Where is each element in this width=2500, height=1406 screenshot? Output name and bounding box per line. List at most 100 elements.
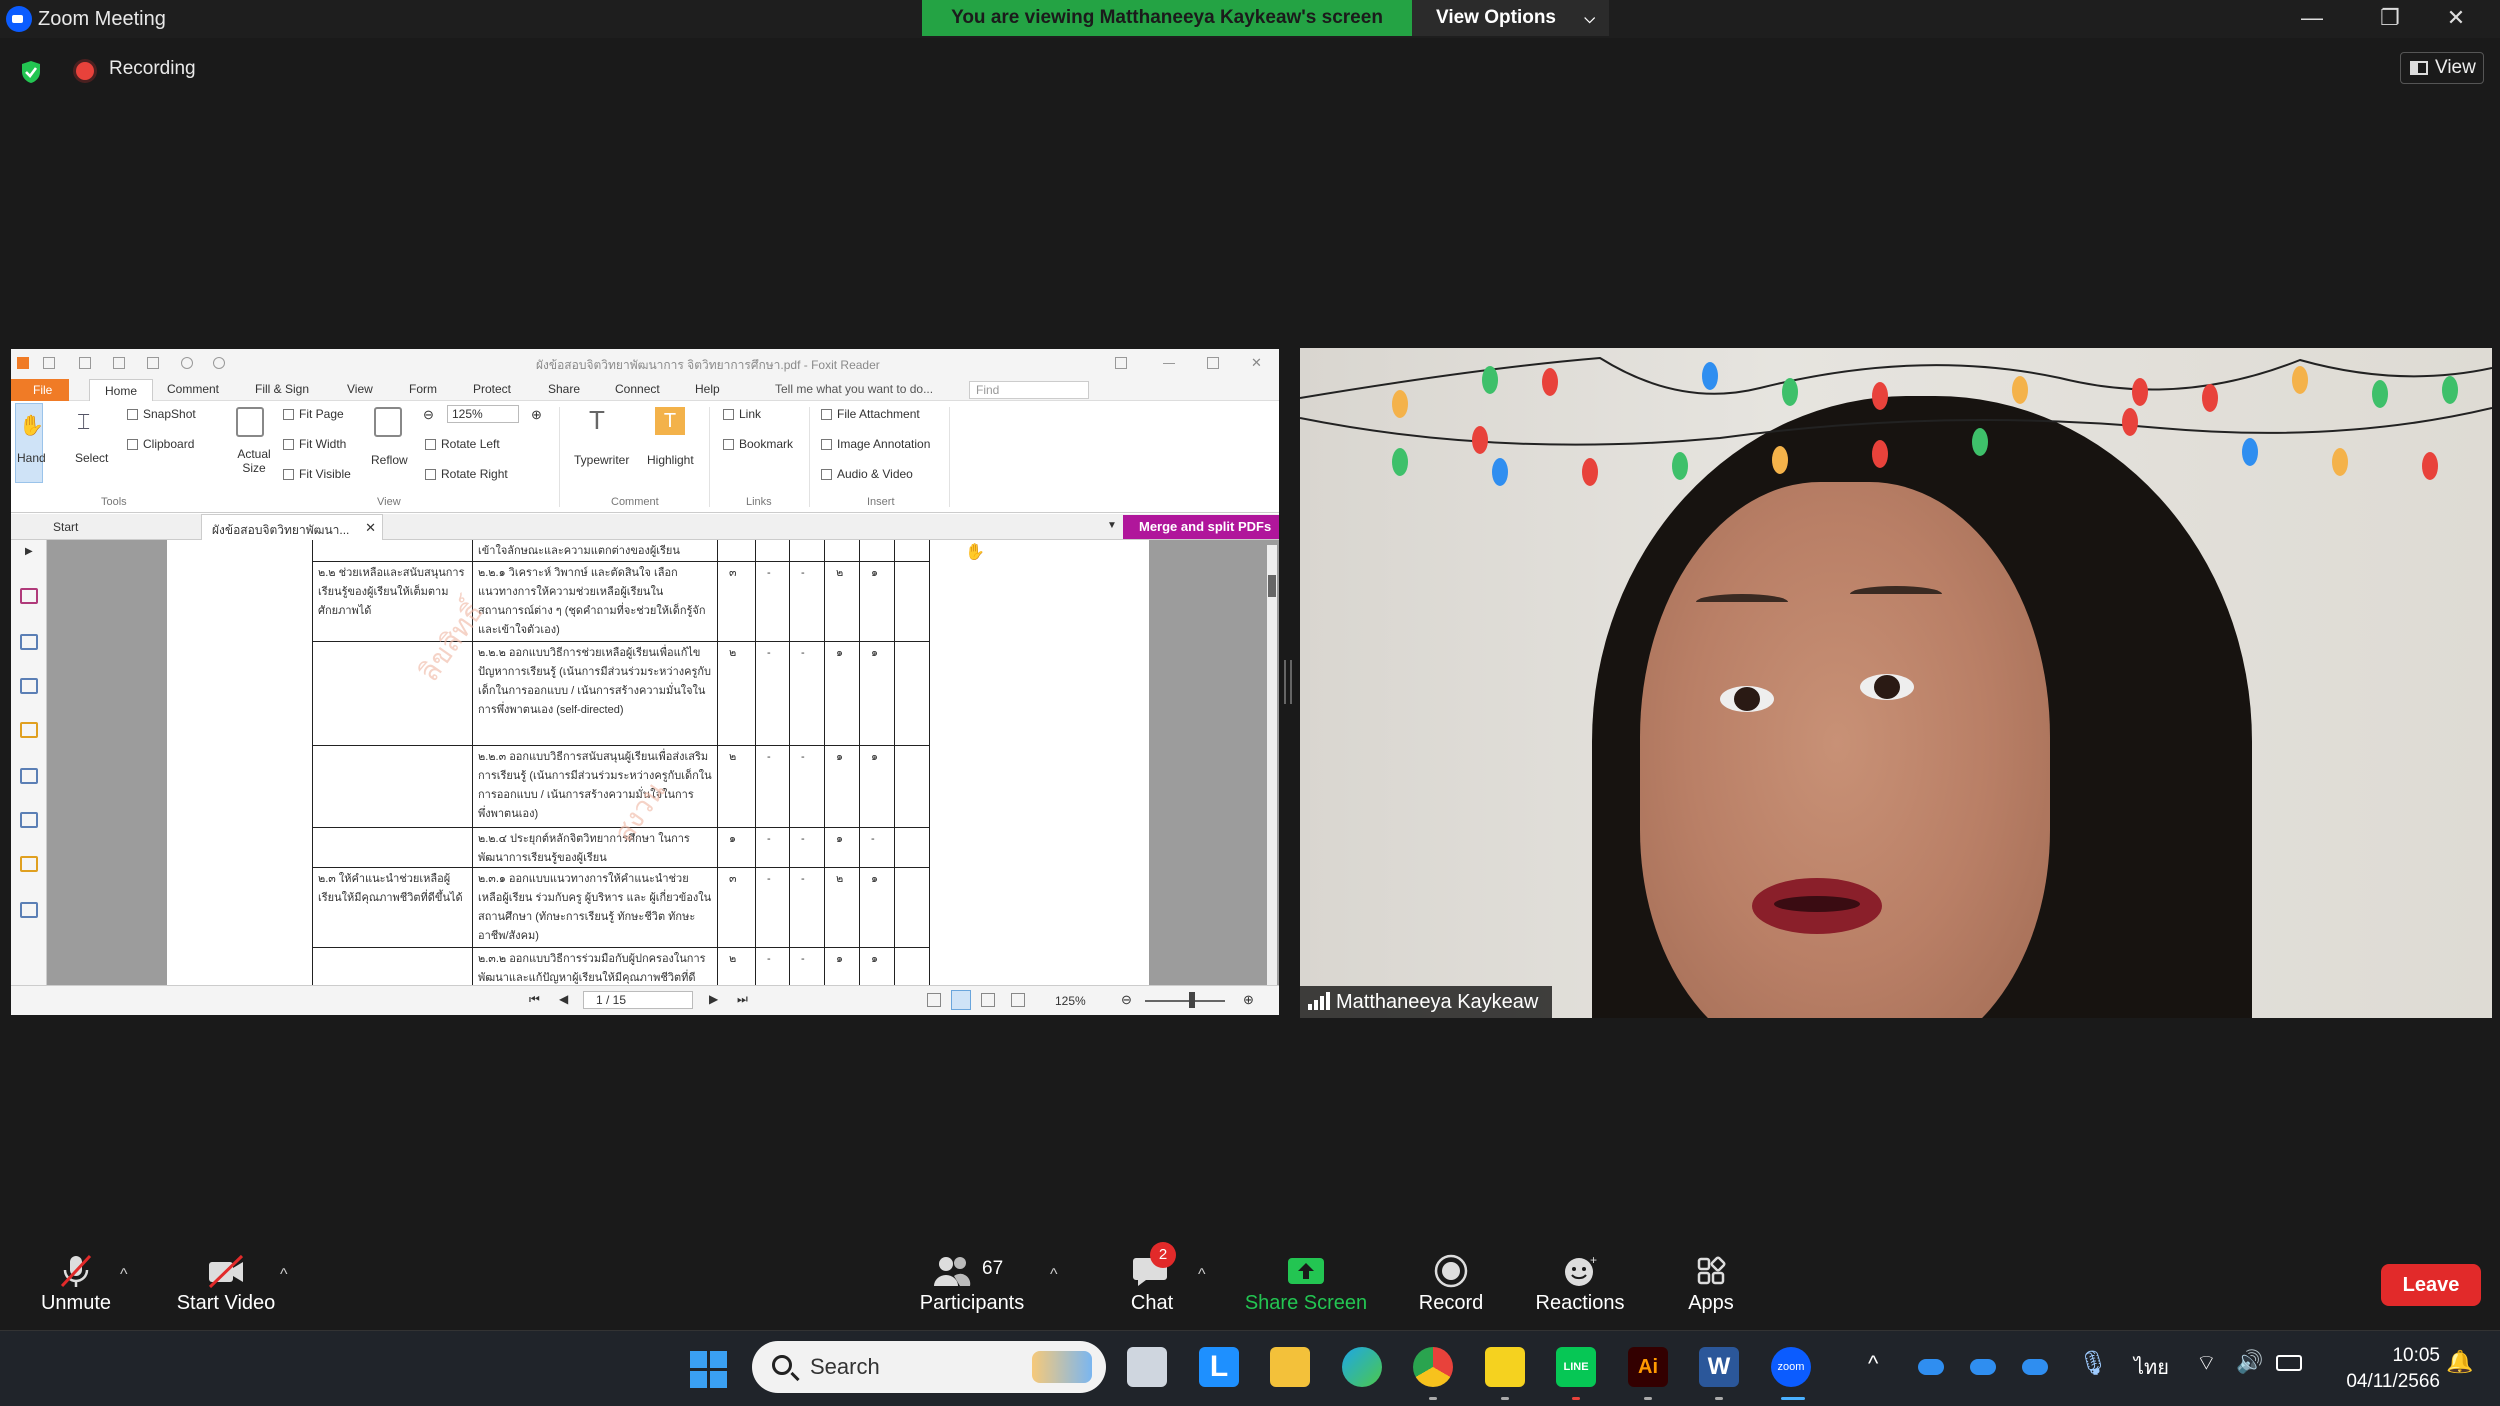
zoom-level[interactable]: 125% — [1055, 994, 1086, 1008]
foxit-restore-icon[interactable] — [1207, 357, 1219, 369]
tab-comment[interactable]: Comment — [167, 382, 219, 396]
word-app-icon[interactable]: W — [1699, 1347, 1739, 1387]
tab-share[interactable]: Share — [548, 382, 580, 396]
onedrive-icon[interactable] — [1970, 1359, 1996, 1375]
view-button[interactable]: View — [2400, 52, 2484, 84]
foxit-close-icon[interactable]: ✕ — [1251, 356, 1263, 369]
select-label[interactable]: Select — [75, 451, 108, 465]
actual-size-label[interactable]: Actual Size — [233, 447, 275, 475]
comments-panel-icon[interactable] — [20, 722, 38, 738]
panel-splitter[interactable] — [1284, 660, 1292, 704]
open-icon[interactable] — [43, 357, 55, 369]
onedrive-icon[interactable] — [1918, 1359, 1944, 1375]
save-icon[interactable] — [79, 357, 91, 369]
redo-icon[interactable] — [213, 357, 225, 369]
reflow-icon[interactable] — [374, 407, 402, 437]
clipboard-button[interactable]: Clipboard — [127, 437, 194, 451]
participants-button[interactable]: 67 Participants — [916, 1254, 1028, 1315]
pages-panel-icon[interactable] — [20, 634, 38, 650]
volume-icon[interactable]: 🔊 — [2236, 1349, 2263, 1375]
windows-start-button[interactable] — [690, 1351, 728, 1389]
tools-panel-icon[interactable] — [20, 902, 38, 918]
vertical-scrollbar[interactable] — [1267, 545, 1277, 985]
bookmarks-panel-icon[interactable] — [20, 588, 38, 604]
tab-connect[interactable]: Connect — [615, 382, 660, 396]
typewriter-icon[interactable]: T — [589, 405, 605, 436]
close-tab-icon[interactable]: ✕ — [365, 520, 376, 536]
view-options-button[interactable]: View Options ⌵ — [1412, 0, 1609, 36]
security-lock-icon[interactable] — [20, 856, 38, 872]
shared-screen[interactable]: ผังข้อสอบจิตวิทยาพัฒนาการ จิตวิทยาการศึก… — [11, 349, 1279, 1015]
print-icon[interactable] — [113, 357, 125, 369]
onedrive-icon[interactable] — [2022, 1359, 2048, 1375]
select-icon[interactable]: ⌶ — [77, 409, 90, 435]
find-input[interactable]: Find — [969, 381, 1089, 399]
email-icon[interactable] — [147, 357, 159, 369]
zoom-app-icon[interactable]: zoom — [1771, 1347, 1811, 1387]
facing-view-icon[interactable] — [981, 993, 995, 1007]
typewriter-label[interactable]: Typewriter — [574, 453, 629, 467]
continuous-facing-icon[interactable] — [1011, 993, 1025, 1007]
document-tab[interactable]: ผังข้อสอบจิตวิทยาพัฒนา... ✕ — [201, 514, 383, 540]
chat-options-chevron-icon[interactable]: ^ — [1198, 1266, 1206, 1284]
sticky-notes-icon[interactable] — [1485, 1347, 1525, 1387]
language-indicator[interactable]: ไทย — [2134, 1351, 2169, 1383]
first-page-icon[interactable]: ⏮ — [529, 992, 540, 1007]
zoom-slider[interactable] — [1145, 1000, 1225, 1002]
image-annotation-button[interactable]: Image Annotation — [821, 437, 930, 451]
restore-button[interactable]: ❐ — [2370, 2, 2410, 34]
recording-dot-icon[interactable] — [76, 62, 94, 80]
unmute-button[interactable]: Unmute — [36, 1254, 116, 1315]
participants-options-chevron-icon[interactable]: ^ — [1050, 1266, 1058, 1284]
snapshot-button[interactable]: SnapShot — [127, 407, 196, 421]
tab-file[interactable]: File — [11, 379, 69, 401]
layers-panel-icon[interactable] — [20, 678, 38, 694]
zoom-in-icon[interactable]: ⊕ — [531, 407, 542, 423]
zoom-combo[interactable]: 125% — [447, 405, 519, 423]
next-page-icon[interactable]: ▶ — [709, 992, 718, 1006]
signature-panel-icon[interactable] — [20, 812, 38, 828]
reflow-label[interactable]: Reflow — [371, 453, 408, 467]
zoom-slider-thumb[interactable] — [1189, 992, 1195, 1008]
undo-icon[interactable] — [181, 357, 193, 369]
zoom-in-icon[interactable]: ⊕ — [1243, 992, 1254, 1008]
microphone-icon[interactable]: 🎙 — [2078, 1349, 2108, 1378]
tab-list-chevron-icon[interactable]: ▼ — [1107, 520, 1117, 531]
tab-form[interactable]: Form — [409, 382, 437, 396]
continuous-view-icon[interactable] — [951, 990, 971, 1010]
tab-view[interactable]: View — [347, 382, 373, 396]
show-hidden-icons-chevron[interactable]: ^ — [1868, 1351, 1878, 1377]
attachments-panel-icon[interactable] — [20, 768, 38, 784]
audio-options-chevron-icon[interactable]: ^ — [120, 1266, 128, 1284]
rotate-left-button[interactable]: Rotate Left — [425, 437, 500, 451]
file-attachment-button[interactable]: File Attachment — [821, 407, 920, 421]
line-app-icon[interactable]: LINE — [1556, 1347, 1596, 1387]
prev-page-icon[interactable]: ◀ — [559, 992, 568, 1006]
notification-bell-icon[interactable]: 🔔 — [2446, 1349, 2473, 1375]
encryption-shield-icon[interactable] — [20, 60, 42, 84]
task-view-icon[interactable] — [1127, 1347, 1167, 1387]
reactions-button[interactable]: + Reactions — [1534, 1254, 1626, 1315]
fit-page-button[interactable]: Fit Page — [283, 407, 344, 421]
minimize-button[interactable]: — — [2292, 2, 2332, 34]
bookmark-button[interactable]: Bookmark — [723, 437, 793, 451]
apps-button[interactable]: Apps — [1680, 1254, 1742, 1315]
merge-split-pdfs-button[interactable]: Merge and split PDFs — [1123, 515, 1279, 539]
expand-panel-icon[interactable]: ▶ — [25, 546, 33, 557]
last-page-icon[interactable]: ⏭ — [737, 992, 748, 1007]
zoom-out-icon[interactable]: ⊖ — [1121, 992, 1132, 1008]
fit-visible-button[interactable]: Fit Visible — [283, 467, 351, 481]
rotate-right-button[interactable]: Rotate Right — [425, 467, 508, 481]
video-options-chevron-icon[interactable]: ^ — [280, 1266, 288, 1284]
highlight-label[interactable]: Highlight — [647, 453, 694, 467]
foxit-layout-icon[interactable] — [1115, 357, 1127, 369]
audio-video-button[interactable]: Audio & Video — [821, 467, 913, 481]
tab-help[interactable]: Help — [695, 382, 720, 396]
record-button[interactable]: Record — [1416, 1254, 1486, 1315]
edge-browser-icon[interactable] — [1342, 1347, 1382, 1387]
tab-home[interactable]: Home — [89, 379, 153, 402]
chat-button[interactable]: 2 Chat — [1128, 1242, 1176, 1315]
battery-icon[interactable] — [2276, 1355, 2302, 1371]
taskbar-clock[interactable]: 10:05 04/11/2566 — [2330, 1343, 2440, 1395]
start-video-button[interactable]: Start Video — [170, 1254, 282, 1315]
